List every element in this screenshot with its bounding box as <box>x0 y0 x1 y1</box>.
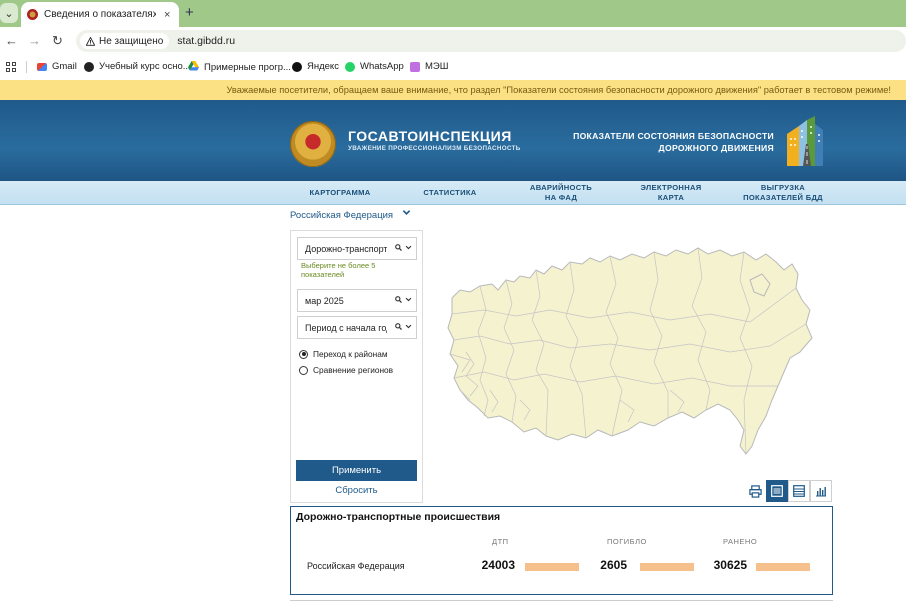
browser-tabstrip: ⌄ Сведения о показателях состояния безоп… <box>0 0 906 27</box>
bar-injured <box>756 563 810 571</box>
chevron-down-icon[interactable] <box>405 244 412 251</box>
gmail-icon <box>37 62 47 71</box>
value-dtp: 24003 <box>481 558 515 572</box>
indicator-hint: Выберите не более 5 показателей <box>301 261 376 279</box>
results-title: Дорожно-транспортные происшествия <box>296 511 501 523</box>
road-building-logo-icon <box>783 114 825 166</box>
footer-divider <box>290 600 833 601</box>
brand-subtitle: УВАЖЕНИЕ ПРОФЕССИОНАЛИЗМ БЕЗОПАСНОСТЬ <box>348 145 521 152</box>
table-view-icon[interactable] <box>788 480 810 502</box>
apply-button[interactable]: Применить <box>296 460 417 481</box>
browser-toolbar: ← → ↻ Не защищено stat.gibdd.ru <box>0 27 906 55</box>
security-label: Не защищено <box>99 35 164 47</box>
filter-panel: Дорожно-транспортные происшествия Выбери… <box>290 230 423 503</box>
menu-statistika[interactable]: СТАТИСТИКА <box>412 188 488 198</box>
search-icon[interactable] <box>395 323 402 330</box>
yandex-icon <box>292 61 302 72</box>
bar-killed <box>640 563 694 571</box>
search-icon[interactable] <box>395 244 402 251</box>
search-icon[interactable] <box>395 296 402 303</box>
reload-icon[interactable]: ↻ <box>52 33 63 49</box>
bookmark-yandex[interactable]: Яндекс <box>292 61 339 72</box>
radio-unselected-icon[interactable] <box>299 365 308 375</box>
main-menu: КАРТОГРАММА СТАТИСТИКА АВАРИЙНОСТЬ НА ФА… <box>0 181 906 205</box>
bookmark-uchebny-kurs[interactable]: Учебный курс осно... <box>84 61 191 72</box>
column-header-injured: РАНЕНО <box>723 537 758 546</box>
results-panel: Дорожно-транспортные происшествия ДТП ПО… <box>290 506 833 595</box>
value-killed: 2605 <box>600 558 627 572</box>
bookmark-mesh[interactable]: МЭШ <box>410 61 448 72</box>
bookmarks-bar: Gmail Учебный курс осно... Примерные про… <box>0 55 906 79</box>
tab-search-button[interactable]: ⌄ <box>0 3 18 23</box>
radio-compare-regions[interactable]: Сравнение регионов <box>299 365 393 375</box>
indicator-select[interactable]: Дорожно-транспортные происшествия <box>297 237 417 260</box>
radio-districts[interactable]: Переход к районам <box>299 349 388 359</box>
chevron-down-icon[interactable] <box>405 296 412 303</box>
portal-title: ПОКАЗАТЕЛИ СОСТОЯНИЯ БЕЗОПАСНОСТИ ДОРОЖН… <box>573 131 774 153</box>
globe-icon <box>84 61 94 72</box>
tab-title: Сведения о показателях состояния безопас… <box>44 9 156 20</box>
month-select[interactable]: мар 2025 <box>297 289 417 312</box>
chart-view-icon[interactable] <box>810 480 832 502</box>
chevron-down-icon[interactable] <box>405 323 412 330</box>
reset-link[interactable]: Сбросить <box>296 485 417 496</box>
result-row-region[interactable]: Российская Федерация <box>307 561 405 571</box>
menu-vygruzka[interactable]: ВЫГРУЗКА ПОКАЗАТЕЛЕЙ БДД <box>738 183 828 203</box>
apps-grid-icon[interactable] <box>6 62 16 72</box>
warning-icon <box>86 36 95 46</box>
bookmark-whatsapp[interactable]: WhatsApp <box>345 61 404 72</box>
menu-avariynost-fad[interactable]: АВАРИЙНОСТЬ НА ФАД <box>520 183 602 203</box>
brand-title[interactable]: ГОСАВТОИНСПЕКЦИЯ <box>348 128 512 144</box>
new-tab-button[interactable]: + <box>185 4 194 21</box>
radio-selected-icon[interactable] <box>299 349 308 359</box>
whatsapp-icon <box>345 61 355 72</box>
russia-map[interactable] <box>440 240 840 460</box>
bookmark-gmail[interactable]: Gmail <box>37 61 77 72</box>
gibdd-favicon-icon <box>27 9 38 20</box>
region-selector[interactable]: Российская Федерация <box>290 210 393 221</box>
bookmark-primernye[interactable]: Примерные прогр... <box>188 61 291 74</box>
menu-elektronnaya-karta[interactable]: ЭЛЕКТРОННАЯ КАРТА <box>630 183 712 203</box>
period-type-select[interactable]: Период с начала года <box>297 316 417 339</box>
bookmarks-separator <box>26 61 27 73</box>
print-icon[interactable] <box>744 480 766 502</box>
column-header-dtp: ДТП <box>492 537 509 546</box>
security-chip[interactable]: Не защищено <box>80 33 170 49</box>
forward-icon[interactable]: → <box>28 33 41 48</box>
close-icon[interactable]: × <box>164 9 170 21</box>
test-mode-notice: Уважаемые посетители, обращаем ваше вним… <box>0 80 906 100</box>
address-bar[interactable]: Не защищено stat.gibdd.ru <box>76 30 906 52</box>
google-drive-icon <box>188 61 199 74</box>
gosavtoinspektsiya-emblem-icon[interactable] <box>290 121 336 167</box>
browser-tab[interactable]: Сведения о показателях состояния безопас… <box>21 2 179 27</box>
mesh-icon <box>410 61 420 72</box>
menu-kartogramma[interactable]: КАРТОГРАММА <box>300 188 380 198</box>
view-mode-toolbar <box>744 480 832 502</box>
value-injured: 30625 <box>713 558 747 572</box>
list-view-icon[interactable] <box>766 480 788 502</box>
url-text[interactable]: stat.gibdd.ru <box>177 35 235 47</box>
chevron-down-icon[interactable] <box>402 208 411 219</box>
bar-dtp <box>525 563 579 571</box>
column-header-killed: ПОГИБЛО <box>607 537 647 546</box>
back-icon[interactable]: ← <box>5 33 18 48</box>
